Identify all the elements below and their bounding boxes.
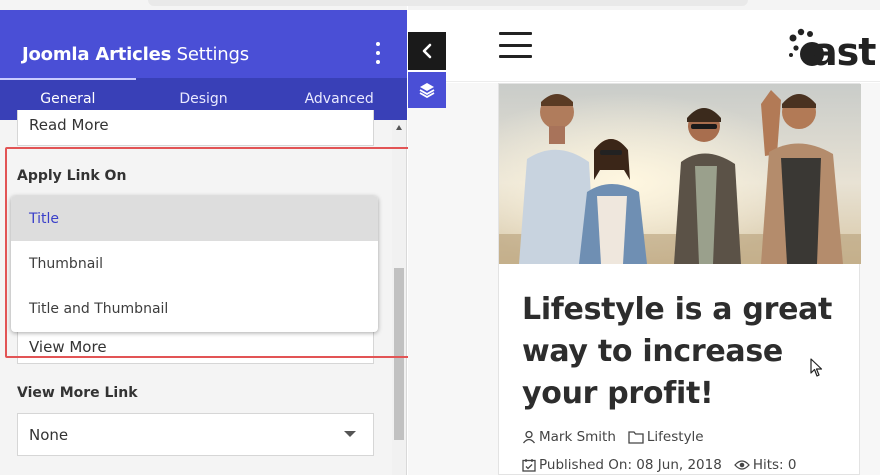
read-more-value: Read More xyxy=(29,115,109,134)
kebab-menu-icon[interactable] xyxy=(372,42,384,64)
layers-button[interactable] xyxy=(408,72,446,108)
article-author[interactable]: Mark Smith xyxy=(539,429,616,445)
chevron-left-icon xyxy=(422,43,432,59)
article-meta-row-1: Mark Smith Lifestyle xyxy=(522,429,704,445)
scroll-up-arrow-icon[interactable] xyxy=(396,125,402,130)
chevron-down-icon xyxy=(344,431,356,437)
article-category[interactable]: Lifestyle xyxy=(647,429,704,445)
panel-scrollbar-thumb[interactable] xyxy=(394,268,404,440)
site-header: ast xyxy=(408,10,880,82)
view-more-link-value: None xyxy=(29,425,69,444)
apply-link-dropdown: Title Thumbnail Title and Thumbnail xyxy=(11,196,378,332)
hamburger-menu-icon[interactable] xyxy=(499,32,532,58)
article-title[interactable]: Lifestyle is a great way to increase you… xyxy=(522,289,852,415)
panel-title-light: Settings xyxy=(176,44,249,65)
browser-top-strip xyxy=(148,0,880,10)
mouse-cursor-icon xyxy=(810,358,823,377)
option-title-and-thumbnail[interactable]: Title and Thumbnail xyxy=(11,286,378,331)
article-meta-row-2: Published On: 08 Jun, 2018 Hits: 0 xyxy=(522,457,796,473)
article-published-date: Published On: 08 Jun, 2018 xyxy=(539,457,722,473)
view-more-value: View More xyxy=(29,338,107,356)
site-logo[interactable]: ast xyxy=(786,20,880,76)
article-thumbnail-image[interactable] xyxy=(499,84,861,264)
panel-title-bold: Joomla Articles xyxy=(22,44,172,65)
read-more-text-field[interactable]: Read More xyxy=(17,110,374,146)
user-icon xyxy=(522,430,536,444)
article-card: Lifestyle is a great way to increase you… xyxy=(498,83,861,475)
eye-icon xyxy=(733,460,750,470)
panel-title: Joomla Articles Settings xyxy=(22,44,249,65)
view-more-link-label: View More Link xyxy=(17,385,138,401)
logo-text: ast xyxy=(812,30,876,74)
collapse-panel-button[interactable] xyxy=(408,32,446,70)
apply-link-on-label: Apply Link On xyxy=(17,168,127,184)
calendar-check-icon xyxy=(522,459,536,472)
view-more-link-select[interactable]: None xyxy=(17,413,374,456)
panel-header: Joomla Articles Settings xyxy=(0,10,407,78)
option-thumbnail[interactable]: Thumbnail xyxy=(11,241,378,286)
settings-panel: Joomla Articles Settings General Design … xyxy=(0,0,407,475)
article-hits: Hits: 0 xyxy=(752,457,797,473)
layers-icon xyxy=(419,83,435,98)
option-title[interactable]: Title xyxy=(11,196,378,241)
folder-icon xyxy=(628,431,644,444)
